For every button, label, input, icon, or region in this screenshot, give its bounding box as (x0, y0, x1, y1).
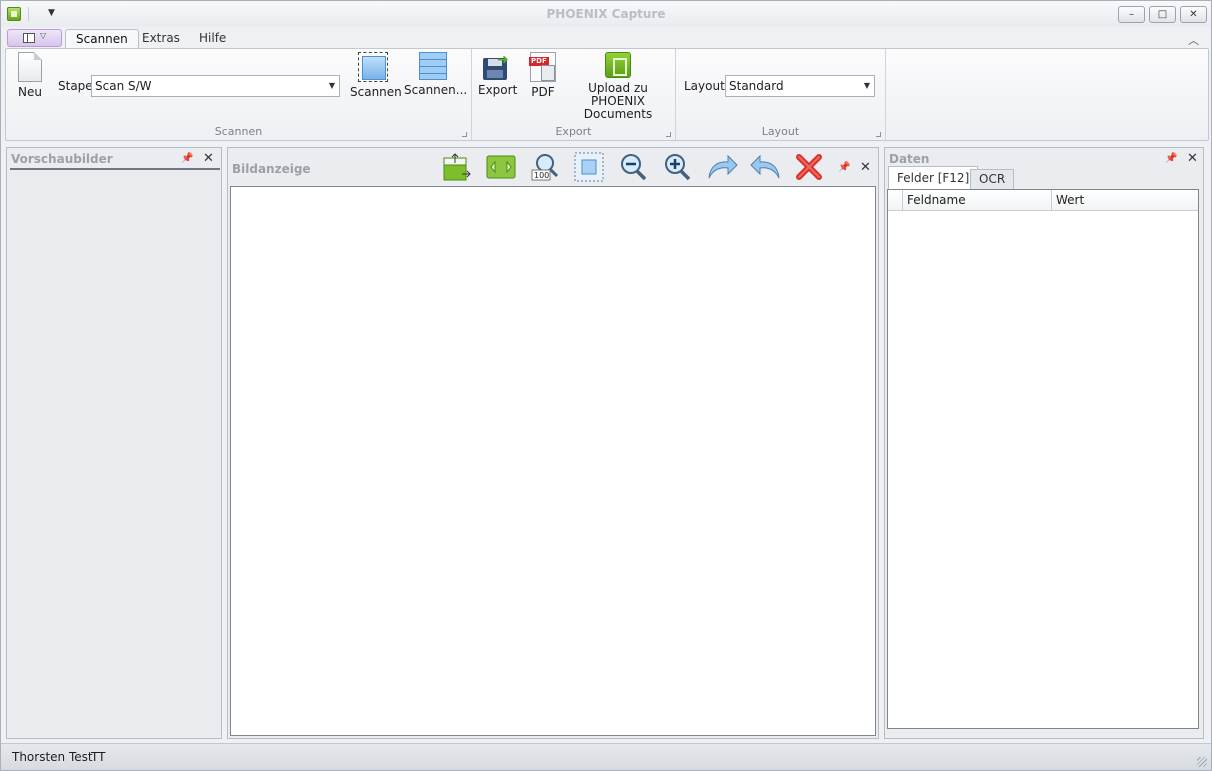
fit-width-icon[interactable] (486, 152, 516, 182)
scan-button-label: Scannen (350, 85, 402, 99)
tab-ocr[interactable]: OCR (970, 169, 1015, 189)
layouts-value: Standard (729, 79, 784, 93)
pin-icon[interactable]: 📌 (838, 162, 850, 173)
select-area-icon[interactable] (574, 152, 604, 182)
status-bar: Thorsten Test TT (1, 743, 1211, 770)
application-menu-button[interactable]: ▽ (7, 29, 62, 47)
title-bar: ▼ PHOENIX Capture – □ ✕ (1, 1, 1211, 27)
column-header-wert[interactable]: Wert (1052, 190, 1198, 211)
tab-felder[interactable]: Felder [F12] (888, 166, 979, 189)
group-label-export: Export (555, 125, 592, 138)
layouts-label: Layouts (684, 79, 732, 93)
rotate-right-icon[interactable] (706, 152, 738, 182)
status-user-name: Thorsten Test (12, 750, 93, 764)
scan-button[interactable]: Scannen (350, 52, 402, 99)
viewer-panel: Bildanzeige 100 📌 ✕ (227, 147, 879, 739)
group-launcher-icon[interactable] (876, 132, 881, 137)
ribbon-collapse-icon[interactable]: ︿ (1188, 32, 1199, 48)
upload-phoenix-button[interactable]: Upload zu PHOENIX Documents (568, 52, 668, 121)
data-panel: Daten 📌 ✕ Felder [F12] OCR Feldname Wert (884, 147, 1204, 739)
column-header-feldname[interactable]: Feldname (903, 190, 1052, 211)
row-indicator-header (888, 190, 903, 211)
pdf-button-label: PDF (531, 85, 555, 99)
tab-scannen[interactable]: Scannen (65, 29, 139, 49)
new-document-icon (18, 52, 42, 82)
upload-label-line2: Documents (583, 107, 653, 121)
image-viewer-canvas[interactable] (230, 186, 876, 736)
zoom-in-icon[interactable] (662, 152, 692, 182)
rotate-left-icon[interactable] (750, 152, 780, 182)
stapel-value: Scan S/W (95, 79, 152, 93)
document-icon (23, 33, 35, 43)
close-icon[interactable]: ✕ (1187, 151, 1198, 166)
pin-icon[interactable]: 📌 (181, 153, 193, 164)
zoom-100-text: 100 (534, 171, 549, 180)
chevron-down-icon: ▼ (328, 81, 335, 90)
group-launcher-icon[interactable] (462, 132, 467, 137)
window-title: PHOENIX Capture (546, 7, 666, 21)
close-icon[interactable]: ✕ (860, 160, 871, 175)
delete-icon[interactable] (794, 152, 824, 182)
thumbnails-panel-title: Vorschaubilder (11, 152, 113, 166)
close-button[interactable]: ✕ (1180, 6, 1207, 23)
dropdown-arrow-icon: ▽ (40, 31, 47, 40)
pdf-button[interactable]: PDF PDF (526, 52, 560, 99)
thumbnails-panel: Vorschaubilder 📌 ✕ (6, 147, 222, 739)
ribbon-tab-row: ▽ Scannen Extras Hilfe ︿ (1, 27, 1211, 49)
upload-label-line1: Upload zu PHOENIX (588, 81, 648, 108)
data-panel-title: Daten (889, 152, 930, 166)
upload-documents-icon (605, 52, 631, 78)
fit-page-icon[interactable] (442, 152, 472, 182)
export-button-label: Export (478, 83, 518, 97)
pdf-icon: PDF (529, 52, 556, 82)
ribbon-group-scannen: Neu Stapel Scan S/W ▼ Scannen Scannen...… (6, 49, 472, 140)
save-export-icon: ➜ (483, 52, 511, 80)
thumbnail-list[interactable] (10, 168, 220, 736)
zoom-out-icon[interactable] (618, 152, 648, 182)
ribbon-group-export: ➜ Export PDF PDF Upload zu PHOENIX Docum… (472, 49, 676, 140)
ribbon: Neu Stapel Scan S/W ▼ Scannen Scannen...… (5, 48, 1209, 141)
viewer-toolbar: 100 📌 ✕ (228, 148, 878, 186)
resize-grip-icon[interactable] (1197, 757, 1207, 767)
ribbon-group-layout: Layouts Standard ▼ Layout (676, 49, 886, 140)
scan-icon (358, 52, 388, 82)
app-window: ▼ PHOENIX Capture – □ ✕ ▽ Scannen Extras… (0, 0, 1212, 771)
tab-hilfe[interactable]: Hilfe (189, 29, 236, 49)
export-button[interactable]: ➜ Export (478, 52, 518, 97)
new-button[interactable]: Neu (14, 52, 46, 99)
zoom-100-icon[interactable]: 100 (530, 152, 560, 182)
status-user-initials: TT (91, 750, 106, 764)
fields-grid[interactable]: Feldname Wert (887, 189, 1199, 729)
stapel-combobox[interactable]: Scan S/W ▼ (91, 75, 340, 97)
group-label-scannen: Scannen (214, 125, 263, 138)
scan-batch-icon (419, 52, 447, 80)
scan-more-button-label: Scannen... (404, 83, 468, 97)
close-icon[interactable]: ✕ (203, 151, 214, 166)
chevron-down-icon: ▼ (863, 81, 870, 90)
tab-extras[interactable]: Extras (132, 29, 190, 49)
scan-more-button[interactable]: Scannen... (404, 52, 468, 97)
maximize-button[interactable]: □ (1149, 6, 1176, 23)
new-button-label: Neu (18, 85, 42, 99)
grid-header: Feldname Wert (888, 190, 1198, 211)
layouts-combobox[interactable]: Standard ▼ (725, 75, 875, 97)
data-tabs: Felder [F12] OCR (885, 165, 1203, 189)
group-launcher-icon[interactable] (666, 132, 671, 137)
pin-icon[interactable]: 📌 (1165, 153, 1177, 164)
minimize-button[interactable]: – (1118, 6, 1145, 23)
group-label-layout: Layout (761, 125, 800, 138)
